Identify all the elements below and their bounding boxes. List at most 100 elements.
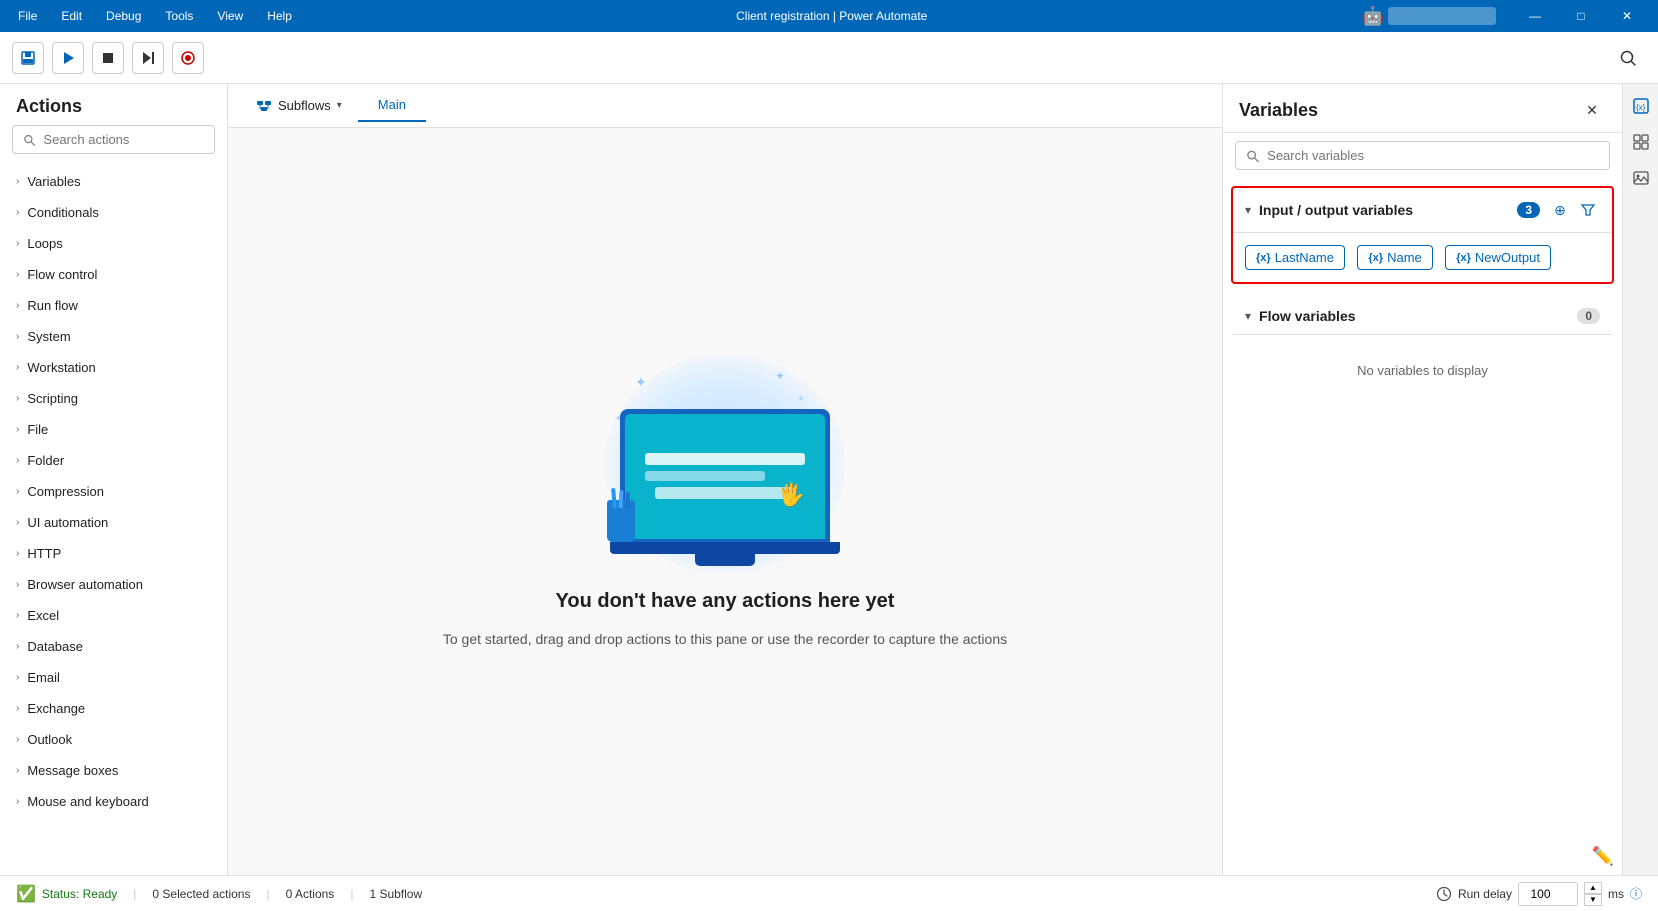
maximize-button[interactable]: □ xyxy=(1558,0,1604,32)
input-output-section-header[interactable]: ▾ Input / output variables 3 ⊕ xyxy=(1233,188,1612,233)
run-delay-decrement[interactable]: ▼ xyxy=(1584,894,1602,906)
statusbar: ✅ Status: Ready | 0 Selected actions | 0… xyxy=(0,875,1658,911)
user-icon: 🤖 xyxy=(1362,6,1384,27)
chevron-icon: › xyxy=(16,672,19,683)
variable-item-name[interactable]: {x} Name xyxy=(1357,245,1432,270)
status-ready: ✅ Status: Ready xyxy=(16,884,117,904)
action-label: Excel xyxy=(27,608,59,623)
variable-label: LastName xyxy=(1275,250,1334,265)
search-actions-input[interactable] xyxy=(43,132,204,147)
variables-search-box[interactable] xyxy=(1235,141,1610,170)
action-item-outlook[interactable]: › Outlook xyxy=(0,724,227,755)
chevron-icon: › xyxy=(16,641,19,652)
action-item-database[interactable]: › Database xyxy=(0,631,227,662)
action-label: HTTP xyxy=(27,546,61,561)
search-variables-input[interactable] xyxy=(1267,148,1599,163)
action-label: Outlook xyxy=(27,732,72,747)
flow-variables-section-title: Flow variables xyxy=(1259,308,1569,324)
divider-1: | xyxy=(133,887,136,901)
action-item-file[interactable]: › File xyxy=(0,414,227,445)
subflow-count: 1 Subflow xyxy=(369,887,422,901)
action-item-workstation[interactable]: › Workstation xyxy=(0,352,227,383)
filter-variables-button[interactable] xyxy=(1576,198,1600,222)
variable-icon: {x} xyxy=(1256,252,1271,264)
action-item-browser-automation[interactable]: › Browser automation xyxy=(0,569,227,600)
action-label: Conditionals xyxy=(27,205,99,220)
variable-item-newoutput[interactable]: {x} NewOutput xyxy=(1445,245,1551,270)
chevron-icon: › xyxy=(16,548,19,559)
action-label: Email xyxy=(27,670,60,685)
record-button[interactable] xyxy=(172,42,204,74)
action-item-conditionals[interactable]: › Conditionals xyxy=(0,197,227,228)
action-item-loops[interactable]: › Loops xyxy=(0,228,227,259)
menu-help[interactable]: Help xyxy=(257,5,302,27)
variables-close-button[interactable]: ✕ xyxy=(1578,96,1606,124)
action-label: Browser automation xyxy=(27,577,143,592)
info-icon[interactable]: ⓘ xyxy=(1630,885,1642,902)
action-label: Compression xyxy=(27,484,104,499)
chevron-icon: › xyxy=(16,424,19,435)
flow-variables-count-badge: 0 xyxy=(1577,308,1600,324)
action-label: System xyxy=(27,329,70,344)
close-button[interactable]: ✕ xyxy=(1604,0,1650,32)
check-icon: ✅ xyxy=(16,884,36,904)
action-item-scripting[interactable]: › Scripting xyxy=(0,383,227,414)
variable-item-lastname[interactable]: {x} LastName xyxy=(1245,245,1345,270)
action-item-run-flow[interactable]: › Run flow xyxy=(0,290,227,321)
window-title: Client registration | Power Automate xyxy=(318,9,1346,23)
action-item-flow-control[interactable]: › Flow control xyxy=(0,259,227,290)
tab-main[interactable]: Main xyxy=(358,89,426,122)
menu-tools[interactable]: Tools xyxy=(155,5,203,27)
editor-panel: Subflows ▾ Main ✦ ✦ ✦ ✦ xyxy=(228,84,1222,875)
action-item-compression[interactable]: › Compression xyxy=(0,476,227,507)
stop-button[interactable] xyxy=(92,42,124,74)
variable-label: Name xyxy=(1387,250,1422,265)
action-label: Mouse and keyboard xyxy=(27,794,148,809)
far-right-panel: {x} xyxy=(1622,84,1658,875)
user-name-blurred: ████████ xyxy=(1388,7,1496,25)
variable-icon: {x} xyxy=(1456,252,1471,264)
tab-subflows[interactable]: Subflows ▾ xyxy=(244,90,354,122)
menu-view[interactable]: View xyxy=(207,5,253,27)
action-label: Loops xyxy=(27,236,62,251)
chevron-icon: › xyxy=(16,734,19,745)
menu-debug[interactable]: Debug xyxy=(96,5,151,27)
assets-panel-toggle[interactable] xyxy=(1627,128,1655,156)
next-step-button[interactable] xyxy=(132,42,164,74)
variables-panel: Variables ✕ ▾ Input / output variables 3 xyxy=(1222,84,1622,875)
search-button[interactable] xyxy=(1610,40,1646,76)
variable-label: NewOutput xyxy=(1475,250,1540,265)
input-output-section-title: Input / output variables xyxy=(1259,202,1509,218)
titlebar: File Edit Debug Tools View Help Client r… xyxy=(0,0,1658,32)
action-item-variables[interactable]: › Variables xyxy=(0,166,227,197)
clear-button[interactable]: ✏️ xyxy=(1592,846,1614,867)
run-delay-increment[interactable]: ▲ xyxy=(1584,882,1602,894)
run-button[interactable] xyxy=(52,42,84,74)
content-area: Actions › Variables › Conditionals xyxy=(0,84,1658,875)
action-label: Workstation xyxy=(27,360,95,375)
action-item-folder[interactable]: › Folder xyxy=(0,445,227,476)
status-text: Status: Ready xyxy=(42,887,117,901)
menu-edit[interactable]: Edit xyxy=(51,5,92,27)
action-item-excel[interactable]: › Excel xyxy=(0,600,227,631)
save-button[interactable] xyxy=(12,42,44,74)
action-item-exchange[interactable]: › Exchange xyxy=(0,693,227,724)
flow-variables-empty-message: No variables to display xyxy=(1241,343,1604,398)
minimize-button[interactable]: — xyxy=(1512,0,1558,32)
action-item-mouse-keyboard[interactable]: › Mouse and keyboard xyxy=(0,786,227,817)
input-output-section-body: {x} LastName {x} Name {x} NewOutput xyxy=(1233,233,1612,282)
action-item-email[interactable]: › Email xyxy=(0,662,227,693)
action-item-message-boxes[interactable]: › Message boxes xyxy=(0,755,227,786)
action-label: Message boxes xyxy=(27,763,118,778)
run-delay-input[interactable] xyxy=(1518,882,1578,906)
images-panel-toggle[interactable] xyxy=(1627,164,1655,192)
action-label: Scripting xyxy=(27,391,78,406)
menu-file[interactable]: File xyxy=(8,5,47,27)
action-item-system[interactable]: › System xyxy=(0,321,227,352)
variables-panel-toggle[interactable]: {x} xyxy=(1627,92,1655,120)
action-item-http[interactable]: › HTTP xyxy=(0,538,227,569)
flow-variables-section-header[interactable]: ▾ Flow variables 0 xyxy=(1233,298,1612,335)
action-item-ui-automation[interactable]: › UI automation xyxy=(0,507,227,538)
actions-search-box[interactable] xyxy=(12,125,215,154)
add-variable-button[interactable]: ⊕ xyxy=(1548,198,1572,222)
